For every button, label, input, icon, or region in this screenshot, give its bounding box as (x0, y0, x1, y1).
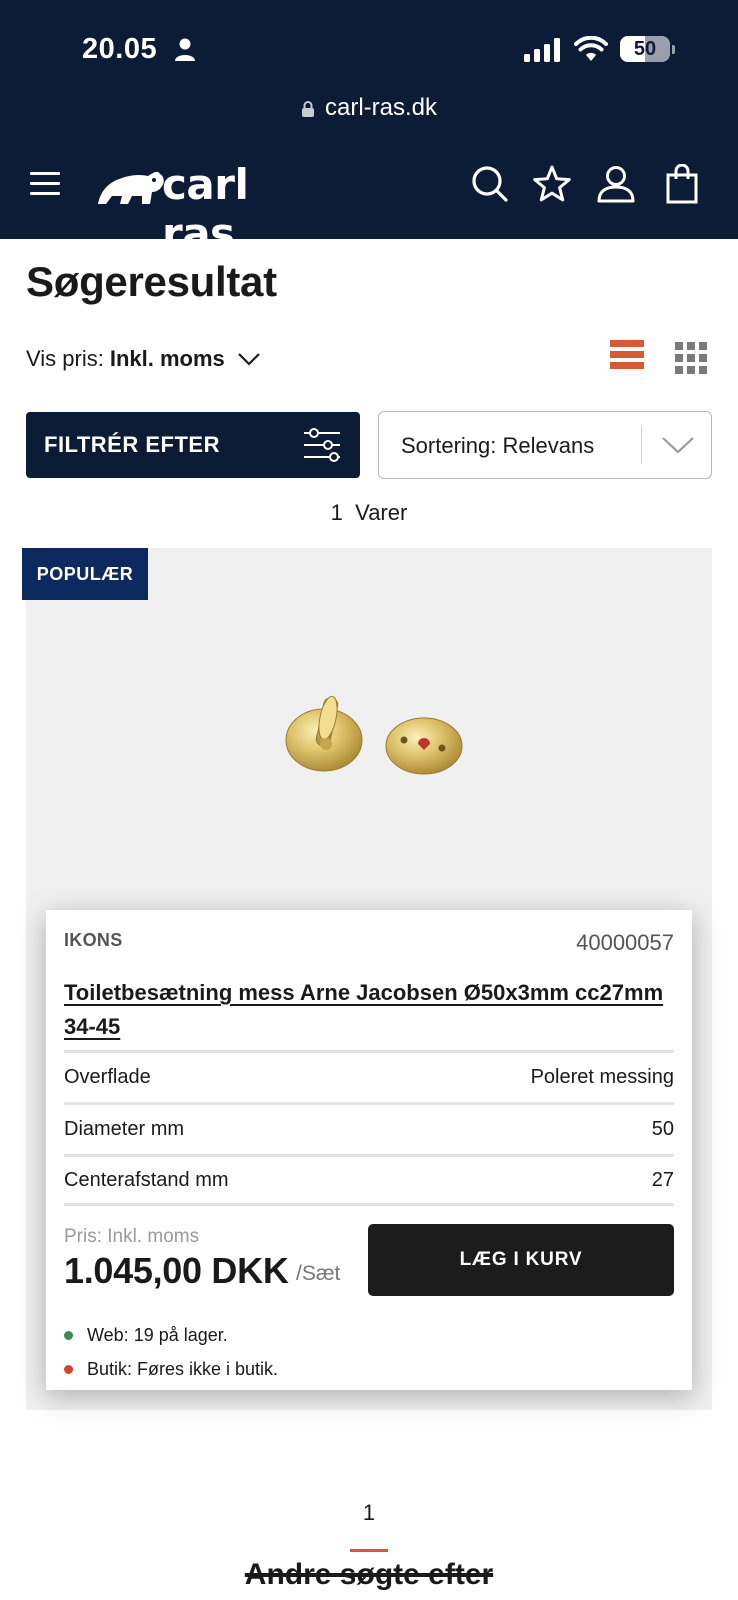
price-unit: /Sæt (296, 1262, 341, 1285)
site-header: 20.05 50 carl-ras.dk carl ras (0, 0, 738, 258)
main-nav: carl ras (0, 150, 738, 258)
filter-button[interactable]: FILTRÉR EFTER (26, 412, 360, 478)
product-info-panel: IKONS 40000057 Toiletbesætning mess Arne… (46, 910, 692, 1390)
filter-label: FILTRÉR EFTER (44, 432, 220, 457)
chevron-down-icon (237, 353, 260, 366)
spec-label: Diameter mm (64, 1118, 185, 1140)
price-label: Pris: Inkl. moms (64, 1226, 200, 1247)
page-title: Søgeresultat (26, 258, 277, 305)
stock-shop: Butik: Føres ikke i butik. (64, 1359, 674, 1380)
star-icon[interactable] (532, 164, 572, 204)
other-searches-heading: Andre søgte efter (244, 1558, 494, 1591)
product-sku: 40000057 (576, 930, 674, 955)
person-icon (175, 38, 195, 61)
bag-icon[interactable] (662, 164, 702, 204)
sort-label: Sortering: Relevans (401, 433, 595, 458)
add-to-cart-button[interactable]: LÆG I KURV (368, 1224, 674, 1296)
bear-logo-icon (98, 171, 164, 204)
spec-value: Poleret messing (530, 1066, 674, 1088)
vat-value: Inkl. moms (109, 346, 225, 371)
grid-view-icon[interactable] (675, 342, 707, 374)
spec-row: Centerafstand mm 27 (64, 1154, 674, 1206)
status-time: 20.05 (82, 33, 158, 65)
menu-icon[interactable] (30, 172, 60, 196)
wifi-icon (574, 36, 608, 61)
result-count: 1 Varer (330, 500, 408, 525)
search-icon[interactable] (470, 164, 510, 204)
logo[interactable]: carl ras (96, 160, 326, 258)
spec-row: Diameter mm 50 (64, 1102, 674, 1154)
page-indicator (350, 1549, 388, 1552)
stock-unavailable-icon (64, 1365, 73, 1374)
signal-icon (524, 38, 560, 62)
stock-ok-icon (64, 1331, 73, 1340)
stock-shop-text: Butik: Føres ikke i butik. (87, 1359, 279, 1379)
lock-icon (301, 101, 314, 117)
chevron-down-icon (662, 437, 694, 454)
vat-selector[interactable]: Vis pris: Inkl. moms (26, 346, 261, 372)
spec-value: 50 (651, 1118, 674, 1140)
logo-text: carl ras (162, 160, 249, 258)
battery-percent: 50 (633, 38, 657, 60)
stock-web: Web: 19 på lager. (64, 1325, 674, 1346)
vat-prefix: Vis pris: (26, 346, 104, 371)
user-icon[interactable] (596, 164, 636, 204)
url-text: carl-ras.dk (324, 94, 438, 121)
sliders-icon (304, 428, 340, 462)
spec-value: 27 (651, 1168, 674, 1191)
spec-label: Overflade (64, 1066, 151, 1088)
product-image[interactable] (276, 678, 476, 778)
sort-dropdown[interactable]: Sortering: Relevans (378, 411, 712, 479)
address-bar[interactable]: carl-ras.dk (0, 90, 738, 126)
page-number-current[interactable]: 1 (344, 1500, 394, 1526)
list-view-icon[interactable] (610, 340, 646, 374)
product-price: 1.045,00 DKK (64, 1250, 289, 1291)
spec-table: Overflade Poleret messing Diameter mm 50… (64, 1050, 674, 1206)
battery-icon: 50 (620, 36, 675, 62)
status-bar: 20.05 50 (0, 0, 738, 90)
stock-web-text: Web: 19 på lager. (87, 1325, 228, 1345)
spec-label: Centerafstand mm (64, 1168, 229, 1191)
spec-row: Overflade Poleret messing (64, 1050, 674, 1102)
product-brand: IKONS (64, 930, 123, 950)
product-name-link[interactable]: Toiletbesætning mess Arne Jacobsen Ø50x3… (64, 976, 674, 1044)
popular-badge: POPULÆR (22, 548, 148, 600)
